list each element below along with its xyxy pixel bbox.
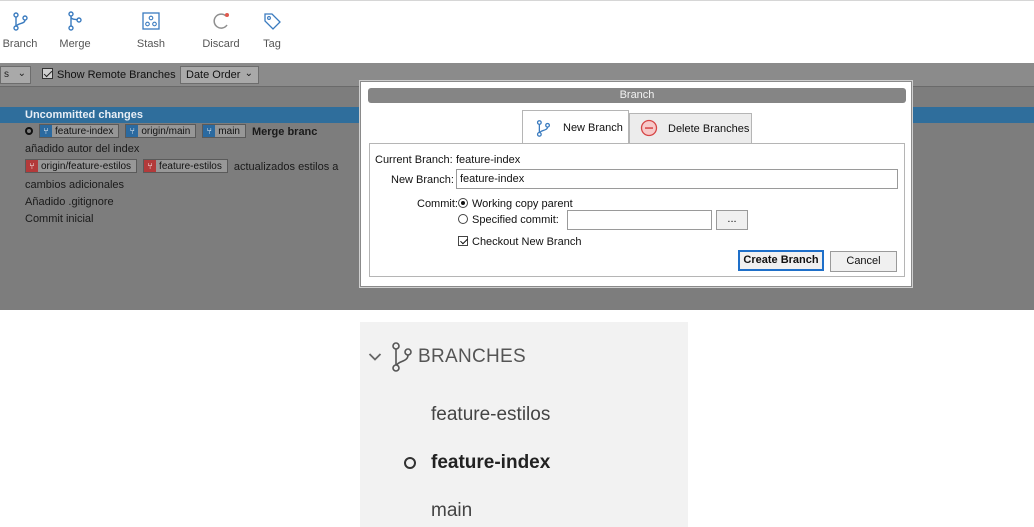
tag-label: Tag (263, 38, 281, 50)
branch-icon (13, 12, 28, 31)
remote-branch-tag[interactable]: ⑂ origin/feature-estilos (25, 159, 138, 173)
branch-dialog: Branch New Branch Delete Branches Curren… (360, 81, 912, 287)
commit-message: Commit inicial (25, 213, 94, 225)
stash-button[interactable]: Stash (130, 10, 172, 50)
toolbar: Branch Merge Stash Discard Tag (0, 0, 1034, 63)
merge-button[interactable]: Merge (54, 10, 96, 50)
sort-order-combo[interactable]: Date Order ⌄ (180, 66, 259, 84)
branch-icon: ⑂ (40, 125, 52, 137)
checkbox-icon (42, 68, 53, 79)
cancel-button[interactable]: Cancel (830, 251, 897, 272)
sidebar-branches-zoom: BRANCHES feature-estilos feature-index m… (360, 322, 688, 527)
tag-button[interactable]: Tag (258, 10, 286, 50)
tab-delete-branches[interactable]: Delete Branches (629, 113, 752, 143)
stash-label: Stash (136, 38, 166, 50)
stash-icon (142, 12, 160, 30)
browse-commit-button[interactable]: ... (716, 210, 748, 230)
branch-label: Branch (2, 38, 38, 50)
commit-message: Uncommitted changes (25, 109, 143, 121)
tab-new-branch-label: New Branch (563, 122, 623, 134)
show-remote-branches-checkbox[interactable]: Show Remote Branches (42, 68, 176, 81)
current-branch-indicator-icon (404, 457, 416, 469)
tag-icon (264, 13, 281, 30)
specified-commit-radio[interactable]: Specified commit: (458, 214, 559, 226)
branch-icon (536, 120, 550, 137)
tab-new-branch[interactable]: New Branch (522, 110, 629, 143)
commit-message: actualizados estilos a (233, 161, 339, 173)
branch-icon: ⑂ (126, 125, 139, 137)
discard-icon (213, 13, 229, 29)
branch-filter-combo[interactable]: s ⌄ (0, 66, 31, 84)
commit-message: añadido autor del index (25, 143, 140, 155)
working-copy-parent-radio[interactable]: Working copy parent (458, 198, 573, 210)
commit-label: Commit: (417, 198, 458, 210)
new-branch-input[interactable] (456, 169, 898, 189)
branches-section-header[interactable]: BRANCHES (418, 346, 526, 368)
create-branch-button[interactable]: Create Branch (738, 250, 824, 271)
branch-tag[interactable]: ⑂ main (202, 124, 246, 138)
new-branch-panel: Current Branch: feature-index New Branch… (369, 143, 905, 277)
discard-button[interactable]: Discard (198, 10, 244, 50)
branch-filter-value: s (4, 69, 9, 80)
branch-icon: ⑂ (26, 160, 38, 172)
current-branch-value: feature-index (456, 154, 521, 166)
branch-icon: ⑂ (203, 125, 216, 137)
delete-icon (640, 119, 658, 137)
sidebar-branch-item[interactable]: main (431, 500, 472, 522)
merge-icon (68, 11, 82, 31)
branch-icon (392, 342, 412, 372)
commit-message: Añadido .gitignore (25, 196, 114, 208)
new-branch-label: New Branch: (391, 174, 454, 186)
sidebar-branch-item-current[interactable]: feature-index (431, 452, 550, 474)
chevron-down-icon[interactable] (368, 352, 382, 362)
current-commit-dot-icon (25, 127, 33, 135)
current-branch-label: Current Branch: (375, 154, 453, 166)
checkbox-icon (458, 236, 468, 246)
commit-message: Merge branc (251, 126, 318, 138)
commit-message: cambios adicionales (25, 179, 125, 191)
discard-label: Discard (202, 38, 240, 50)
branch-icon: ⑂ (144, 160, 157, 172)
branch-tag[interactable]: ⑂ feature-estilos (143, 159, 228, 173)
chevron-down-icon: ⌄ (17, 68, 26, 79)
specified-commit-input[interactable] (567, 210, 712, 230)
sort-order-value: Date Order (186, 69, 241, 81)
branch-button[interactable]: Branch (0, 10, 40, 50)
sidebar-branch-item[interactable]: feature-estilos (431, 404, 550, 426)
radio-selected-icon (458, 198, 468, 208)
dialog-title: Branch (368, 88, 906, 103)
app-window: Branch Merge Stash Discard Tag s ⌄ Show … (0, 0, 1034, 310)
show-remote-branches-label: Show Remote Branches (57, 69, 176, 81)
chevron-down-icon: ⌄ (244, 68, 253, 79)
branch-tag[interactable]: ⑂ origin/main (125, 124, 197, 138)
checkout-new-branch-checkbox[interactable]: Checkout New Branch (458, 236, 581, 248)
branch-tag[interactable]: ⑂ feature-index (39, 124, 120, 138)
tab-delete-branches-label: Delete Branches (668, 123, 750, 135)
radio-icon (458, 214, 468, 224)
merge-label: Merge (59, 38, 91, 50)
